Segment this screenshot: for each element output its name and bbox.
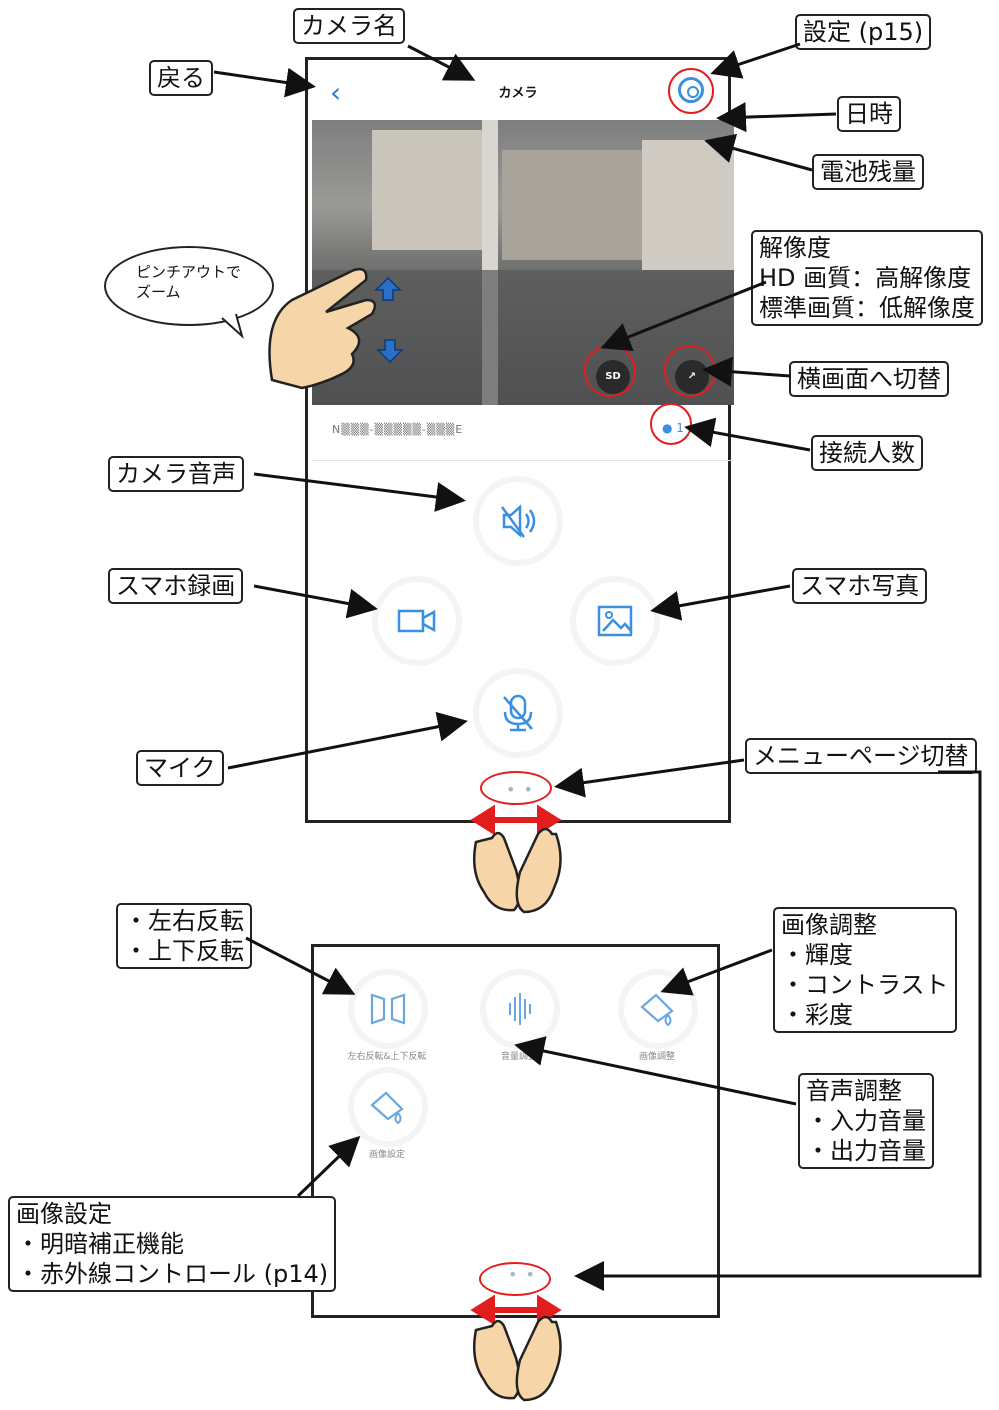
annotation-arrows bbox=[213, 42, 982, 1402]
pinch-hand-icon bbox=[268, 267, 377, 390]
